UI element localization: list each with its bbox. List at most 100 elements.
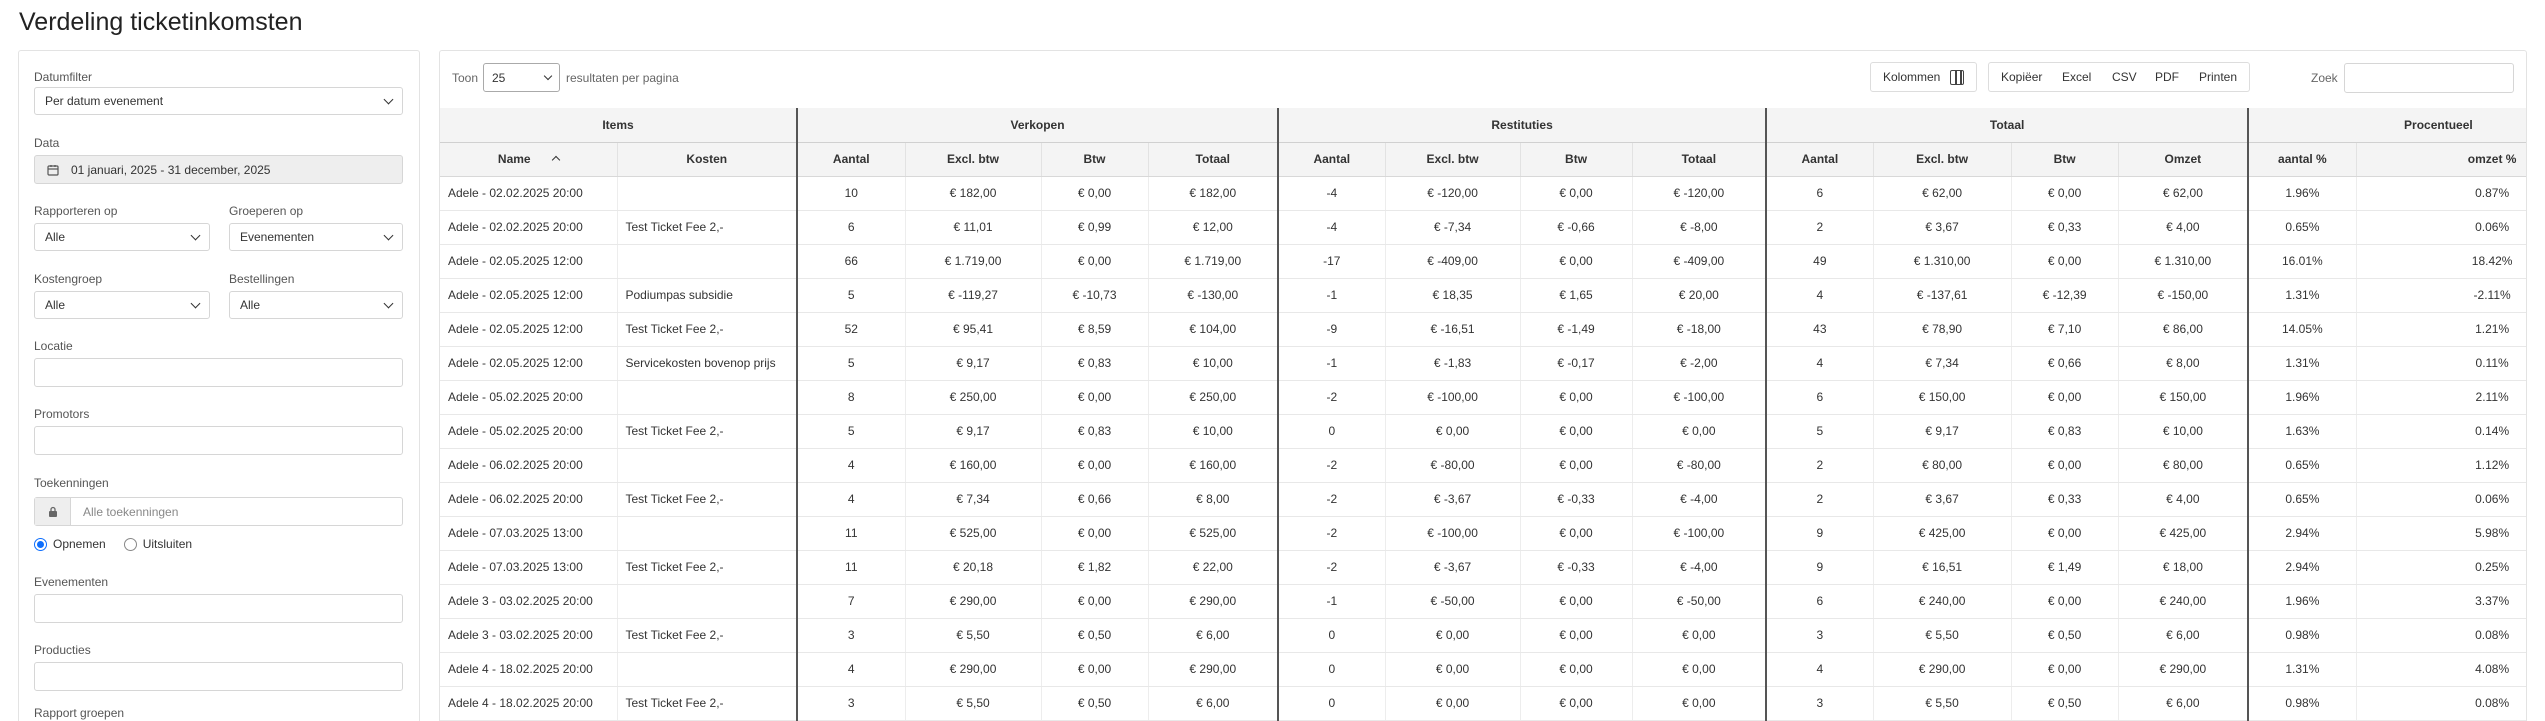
column-header-aantal-percent[interactable]: aantal %: [2247, 142, 2357, 177]
column-header-restituties-totaal[interactable]: Totaal: [1632, 142, 1767, 177]
cell-verkopen-aantal: 5: [796, 278, 906, 313]
cell-totaal-excl-btw: € -137,61: [1873, 278, 2012, 313]
column-header-restituties-btw[interactable]: Btw: [1520, 142, 1633, 177]
cell-totaal-excl-btw: € 78,90: [1873, 312, 2012, 347]
column-header-restituties-excl-btw[interactable]: Excl. btw: [1385, 142, 1521, 177]
producties-input[interactable]: [34, 662, 403, 691]
cell-kosten: Podiumpas subsidie: [617, 278, 798, 313]
column-header-totaal-omzet[interactable]: Omzet: [2118, 142, 2249, 177]
cell-totaal-aantal: 6: [1765, 584, 1874, 619]
search-label: Zoek: [2311, 71, 2338, 85]
cell-totaal-omzet: € 240,00: [2118, 584, 2249, 619]
cell-restituties-excl-btw: € 0,00: [1385, 652, 1521, 687]
chevron-down-icon: [190, 230, 201, 240]
table-row: Adele - 02.05.2025 12:00 Test Ticket Fee …: [440, 312, 2526, 347]
cell-totaal-btw: € 7,10: [2011, 312, 2119, 347]
column-header-label: Btw: [2053, 152, 2076, 166]
cell-verkopen-excl-btw: € 290,00: [905, 652, 1042, 687]
cell-name: Adele - 02.05.2025 12:00: [440, 346, 618, 381]
cell-aantal-percent: 1.31%: [2247, 652, 2357, 687]
radio-uitsluiten-label: Uitsluiten: [142, 537, 193, 551]
locatie-input[interactable]: [34, 358, 403, 387]
cell-restituties-totaal: € -409,00: [1632, 244, 1767, 279]
cell-verkopen-btw: € 0,00: [1041, 176, 1149, 211]
cell-totaal-omzet: € 86,00: [2118, 312, 2249, 347]
column-header-verkopen-totaal[interactable]: Totaal: [1148, 142, 1279, 177]
promotors-input[interactable]: [34, 426, 403, 455]
search-input[interactable]: [2344, 63, 2514, 93]
column-header-verkopen-aantal[interactable]: Aantal: [796, 142, 906, 177]
cell-totaal-btw: € 0,33: [2011, 210, 2119, 245]
cell-restituties-btw: € 0,00: [1520, 414, 1633, 449]
cell-restituties-totaal: € -100,00: [1632, 516, 1767, 551]
rapporteren-op-select[interactable]: Alle: [34, 223, 210, 251]
kostengroep-value: Alle: [45, 298, 66, 312]
column-header-totaal-aantal[interactable]: Aantal: [1765, 142, 1874, 177]
cell-kosten: Test Ticket Fee 2,-: [617, 482, 798, 517]
cell-restituties-aantal: -17: [1277, 244, 1386, 279]
cell-verkopen-btw: € 0,83: [1041, 414, 1149, 449]
column-header-verkopen-excl-btw[interactable]: Excl. btw: [905, 142, 1042, 177]
table-row: Adele - 02.02.2025 20:00 Test Ticket Fee …: [440, 210, 2526, 245]
copy-button[interactable]: Kopiëer: [1988, 62, 2056, 92]
cell-restituties-aantal: -2: [1277, 380, 1386, 415]
data-label: Data: [34, 136, 60, 150]
cell-restituties-totaal: € -2,00: [1632, 346, 1767, 381]
cell-totaal-excl-btw: € 1.310,00: [1873, 244, 2012, 279]
evenementen-input[interactable]: [34, 594, 403, 623]
column-header-kosten[interactable]: Kosten: [617, 142, 798, 177]
cell-verkopen-excl-btw: € 290,00: [905, 584, 1042, 619]
cell-verkopen-btw: € 0,00: [1041, 380, 1149, 415]
column-header-totaal-btw[interactable]: Btw: [2011, 142, 2119, 177]
cell-verkopen-btw: € 0,00: [1041, 652, 1149, 687]
group-header-totaal: Totaal: [1765, 108, 2249, 143]
toekenningen-input[interactable]: Alle toekenningen: [34, 497, 403, 526]
cell-restituties-aantal: -4: [1277, 210, 1386, 245]
groeperen-op-select[interactable]: Evenementen: [229, 223, 403, 251]
page-size-select[interactable]: 25: [483, 63, 560, 92]
cell-totaal-excl-btw: € 80,00: [1873, 448, 2012, 483]
column-header-restituties-aantal[interactable]: Aantal: [1277, 142, 1386, 177]
datumfilter-select[interactable]: Per datum evenement: [34, 87, 403, 115]
cell-totaal-aantal: 5: [1765, 414, 1874, 449]
cell-restituties-aantal: 0: [1277, 686, 1386, 721]
bestellingen-select[interactable]: Alle: [229, 291, 403, 319]
cell-restituties-totaal: € -80,00: [1632, 448, 1767, 483]
cell-restituties-btw: € -0,17: [1520, 346, 1633, 381]
date-range-picker[interactable]: 01 januari, 2025 - 31 december, 2025: [34, 155, 403, 184]
cell-restituties-totaal: € -4,00: [1632, 482, 1767, 517]
column-header-label: Excl. btw: [1426, 152, 1479, 166]
calendar-icon: [35, 156, 71, 183]
table-row: Adele - 06.02.2025 20:00 4 € 160,00 € 0,00 €…: [440, 448, 2526, 483]
radio-uitsluiten[interactable]: [123, 537, 137, 551]
cell-omzet-percent: 0.08%: [2356, 686, 2526, 721]
cell-aantal-percent: 0.98%: [2247, 686, 2357, 721]
cell-verkopen-totaal: € 10,00: [1148, 346, 1279, 381]
column-header-verkopen-btw[interactable]: Btw: [1041, 142, 1149, 177]
cell-restituties-totaal: € -18,00: [1632, 312, 1767, 347]
report-panel: Toon 25 resultaten per pagina Kolommen K…: [439, 50, 2527, 721]
print-button[interactable]: Printen: [2187, 62, 2251, 92]
pdf-button[interactable]: PDF: [2143, 62, 2192, 92]
cell-verkopen-excl-btw: € 20,18: [905, 550, 1042, 585]
excel-button[interactable]: Excel: [2050, 62, 2105, 92]
cell-verkopen-btw: € 0,00: [1041, 448, 1149, 483]
column-header-label: Totaal: [1195, 152, 1230, 166]
column-header-label: Excl. btw: [1916, 152, 1969, 166]
column-header-omzet-percent[interactable]: omzet %: [2356, 142, 2526, 177]
cell-kosten: Test Ticket Fee 2,-: [617, 550, 798, 585]
column-header-label: Aantal: [832, 152, 870, 166]
cell-restituties-excl-btw: € -120,00: [1385, 176, 1521, 211]
columns-button[interactable]: Kolommen: [1870, 62, 1977, 92]
cell-verkopen-btw: € 0,50: [1041, 618, 1149, 653]
cell-name: Adele - 05.02.2025 20:00: [440, 414, 618, 449]
cell-name: Adele - 02.05.2025 12:00: [440, 312, 618, 347]
cell-kosten: [617, 176, 798, 211]
radio-opnemen[interactable]: [34, 537, 47, 551]
cell-restituties-excl-btw: € -3,67: [1385, 550, 1521, 585]
column-header-name[interactable]: Name: [440, 142, 618, 177]
column-header-totaal-excl-btw[interactable]: Excl. btw: [1873, 142, 2012, 177]
cell-restituties-btw: € -0,33: [1520, 550, 1633, 585]
kostengroep-select[interactable]: Alle: [34, 291, 210, 319]
cell-verkopen-totaal: € -130,00: [1148, 278, 1279, 313]
